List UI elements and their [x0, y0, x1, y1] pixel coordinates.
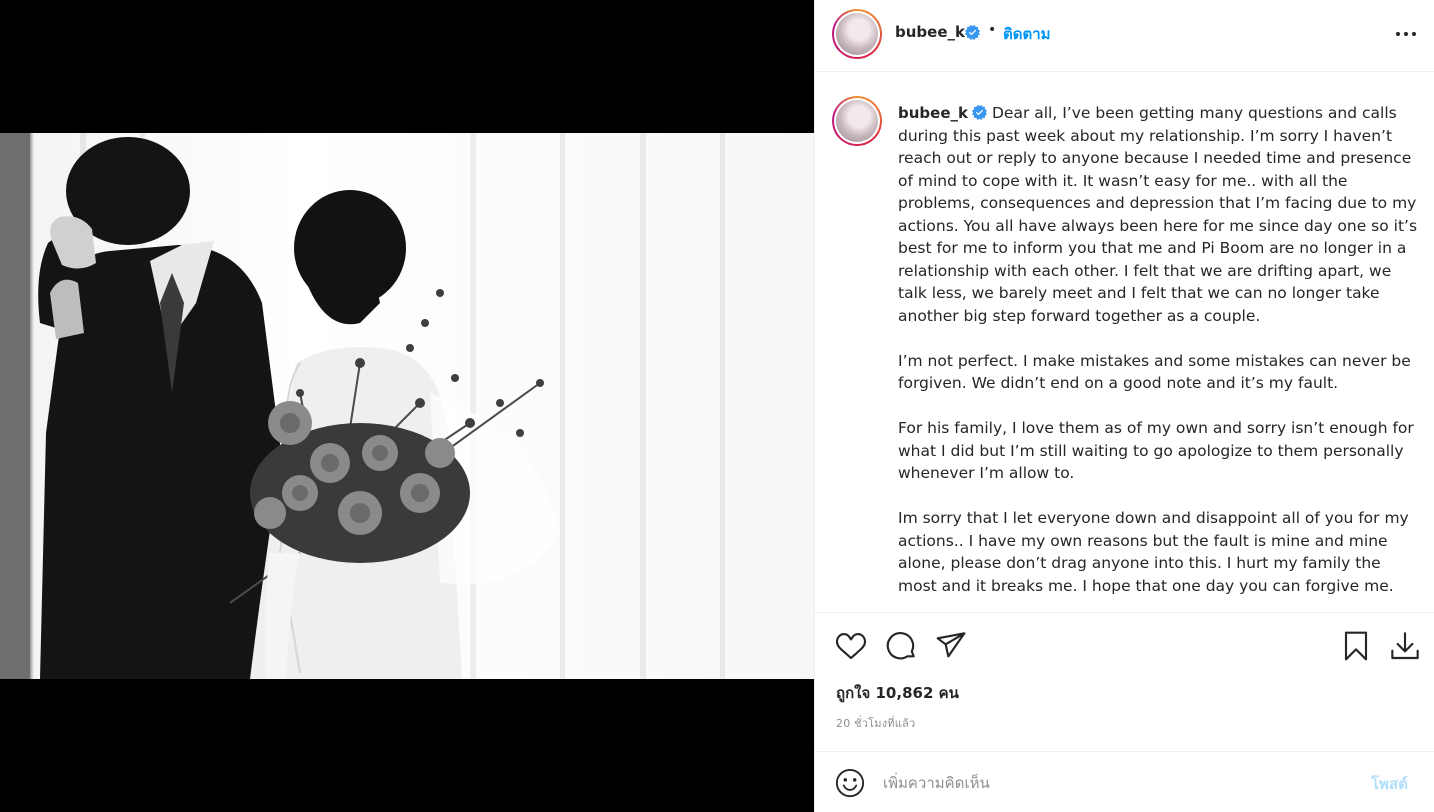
- more-options-icon[interactable]: [1391, 24, 1421, 44]
- caption-text: bubee_k Dear all, I’ve been getting many…: [898, 102, 1418, 612]
- media-pane: [0, 0, 814, 812]
- comment-icon[interactable]: [885, 630, 917, 662]
- like-count[interactable]: ถูกใจ 10,862 คน: [836, 681, 959, 705]
- caption-username[interactable]: bubee_k: [898, 104, 968, 122]
- follow-button[interactable]: ติดตาม: [1003, 22, 1051, 46]
- verified-badge-icon: [971, 105, 987, 120]
- emoji-icon[interactable]: [835, 768, 865, 802]
- caption-paragraph: Dear all, I’ve been getting many questio…: [898, 104, 1418, 325]
- caption-paragraph: I’m not perfect. I make mistakes and som…: [898, 351, 1411, 393]
- post-header: bubee_k • ติดตาม: [815, 0, 1434, 72]
- save-bookmark-icon[interactable]: [1341, 630, 1371, 662]
- comment-bar: โพสต์: [815, 751, 1434, 812]
- header-username[interactable]: bubee_k: [895, 23, 965, 41]
- share-icon[interactable]: [935, 630, 967, 662]
- verified-badge-icon: [965, 25, 980, 40]
- avatar[interactable]: [832, 9, 882, 59]
- post-photo[interactable]: [0, 133, 814, 679]
- comment-input[interactable]: [883, 770, 1343, 796]
- post-timestamp[interactable]: 20 ชั่วโมงที่แล้ว: [836, 714, 915, 732]
- caption-paragraph: For his family, I love them as of my own…: [898, 419, 1414, 482]
- separator-dot: •: [988, 22, 997, 38]
- heart-icon[interactable]: [835, 630, 867, 662]
- post-sidebar: bubee_k • ติดตาม bubee_k Dear all, I’ve …: [814, 0, 1434, 812]
- post-comment-button[interactable]: โพสต์: [1371, 772, 1408, 796]
- caption-paragraph: Im sorry that I let everyone down and di…: [898, 509, 1409, 595]
- action-bar: ถูกใจ 10,862 คน 20 ชั่วโมงที่แล้ว: [815, 612, 1434, 752]
- download-icon[interactable]: [1389, 630, 1421, 662]
- caption-avatar[interactable]: [832, 96, 882, 146]
- caption-area: bubee_k Dear all, I’ve been getting many…: [815, 72, 1434, 612]
